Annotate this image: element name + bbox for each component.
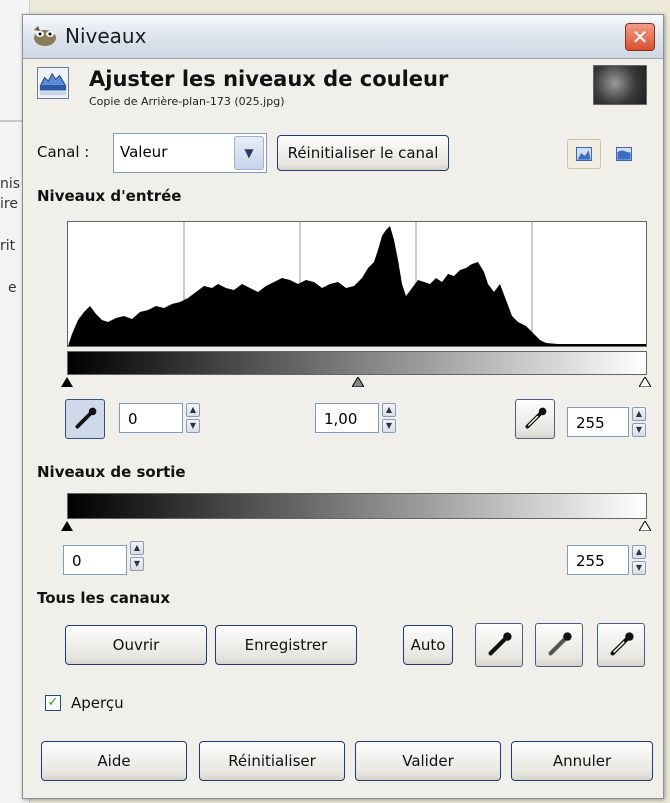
spinner-up-icon[interactable]: ▲ — [632, 545, 646, 559]
channel-label: Canal : — [37, 143, 90, 161]
image-name: Copie de Arrière-plan-173 (025.jpg) — [89, 95, 285, 108]
input-white-spinner[interactable]: ▲ ▼ — [632, 407, 646, 437]
preview-label: Aperçu — [71, 694, 124, 712]
levels-icon — [37, 67, 69, 99]
input-black-value-field[interactable]: 0 — [119, 403, 183, 433]
levels-dialog: Niveaux ✕ Ajuster les niveaux de couleur… — [22, 14, 664, 799]
help-button[interactable]: Aide — [41, 741, 187, 781]
eyedropper-icon — [75, 407, 97, 429]
background-app-text: nis — [0, 176, 21, 192]
all-black-picker-button[interactable] — [475, 623, 523, 667]
input-gamma-value: 1,00 — [324, 410, 358, 428]
input-gamma-handle[interactable] — [352, 377, 364, 387]
spinner-down-icon[interactable]: ▼ — [382, 419, 396, 433]
spinner-down-icon[interactable]: ▼ — [632, 561, 646, 575]
input-levels-heading: Niveaux d'entrée — [37, 187, 182, 205]
input-white-handle[interactable] — [639, 377, 651, 387]
output-black-spinner[interactable]: ▲ ▼ — [130, 541, 144, 571]
spinner-up-icon[interactable]: ▲ — [130, 541, 144, 555]
gimp-wilber-icon — [34, 26, 56, 46]
black-point-picker-button[interactable] — [65, 399, 105, 439]
reset-button[interactable]: Réinitialiser — [199, 741, 345, 781]
window-title: Niveaux — [65, 24, 147, 48]
histogram-curve — [68, 226, 646, 346]
cancel-button[interactable]: Annuler — [511, 741, 653, 781]
close-button[interactable]: ✕ — [625, 23, 655, 51]
eyedropper-icon — [548, 632, 572, 656]
channel-select[interactable]: Valeur ▼ — [113, 133, 267, 173]
ok-button[interactable]: Valider — [355, 741, 501, 781]
output-white-value-field[interactable]: 255 — [567, 545, 629, 575]
save-button[interactable]: Enregistrer — [215, 625, 357, 665]
chevron-down-icon[interactable]: ▼ — [234, 136, 264, 170]
output-levels-gradient — [67, 493, 647, 519]
channel-select-value: Valeur — [120, 143, 168, 161]
preview-checkbox[interactable]: ✓ — [45, 695, 61, 711]
input-white-value: 255 — [576, 414, 605, 432]
eyedropper-icon — [488, 632, 512, 656]
auto-button[interactable]: Auto — [403, 625, 453, 665]
all-white-picker-button[interactable] — [597, 623, 645, 667]
output-white-value: 255 — [576, 552, 605, 570]
histogram-graph — [68, 222, 646, 346]
output-black-value: 0 — [72, 552, 82, 570]
input-white-value-field[interactable]: 255 — [567, 407, 629, 437]
input-black-value: 0 — [128, 410, 138, 428]
input-black-handle[interactable] — [61, 377, 73, 387]
input-gamma-value-field[interactable]: 1,00 — [315, 403, 379, 433]
reset-channel-button[interactable]: Réinitialiser le canal — [277, 135, 449, 171]
linear-histogram-toggle[interactable] — [567, 139, 601, 169]
input-black-spinner[interactable]: ▲ ▼ — [186, 403, 200, 433]
output-white-handle[interactable] — [639, 521, 651, 531]
spinner-up-icon[interactable]: ▲ — [186, 403, 200, 417]
title-bar[interactable]: Niveaux ✕ — [23, 15, 663, 59]
background-app-text: e — [8, 280, 17, 296]
spinner-down-icon[interactable]: ▼ — [130, 557, 144, 571]
spinner-up-icon[interactable]: ▲ — [632, 407, 646, 421]
linear-histogram-icon — [576, 147, 592, 161]
white-point-picker-button[interactable] — [515, 399, 555, 439]
histogram — [67, 221, 647, 347]
output-white-spinner[interactable]: ▲ ▼ — [632, 545, 646, 575]
logarithmic-histogram-toggle[interactable] — [607, 139, 641, 169]
spinner-down-icon[interactable]: ▼ — [186, 419, 200, 433]
eyedropper-icon — [610, 632, 634, 656]
output-black-value-field[interactable]: 0 — [63, 545, 127, 575]
all-gray-picker-button[interactable] — [535, 623, 583, 667]
eyedropper-icon — [525, 407, 547, 429]
background-app-text: rit — [0, 238, 16, 254]
open-button[interactable]: Ouvrir — [65, 625, 207, 665]
background-app-text: ire — [0, 196, 18, 212]
image-thumbnail — [593, 65, 647, 105]
dialog-heading: Ajuster les niveaux de couleur — [89, 67, 449, 91]
logarithmic-histogram-icon — [616, 147, 632, 161]
input-gamma-spinner[interactable]: ▲ ▼ — [382, 403, 396, 433]
spinner-up-icon[interactable]: ▲ — [382, 403, 396, 417]
all-channels-heading: Tous les canaux — [37, 589, 171, 607]
spinner-down-icon[interactable]: ▼ — [632, 423, 646, 437]
output-black-handle[interactable] — [61, 521, 73, 531]
input-levels-gradient — [67, 351, 647, 375]
output-levels-heading: Niveaux de sortie — [37, 463, 186, 481]
